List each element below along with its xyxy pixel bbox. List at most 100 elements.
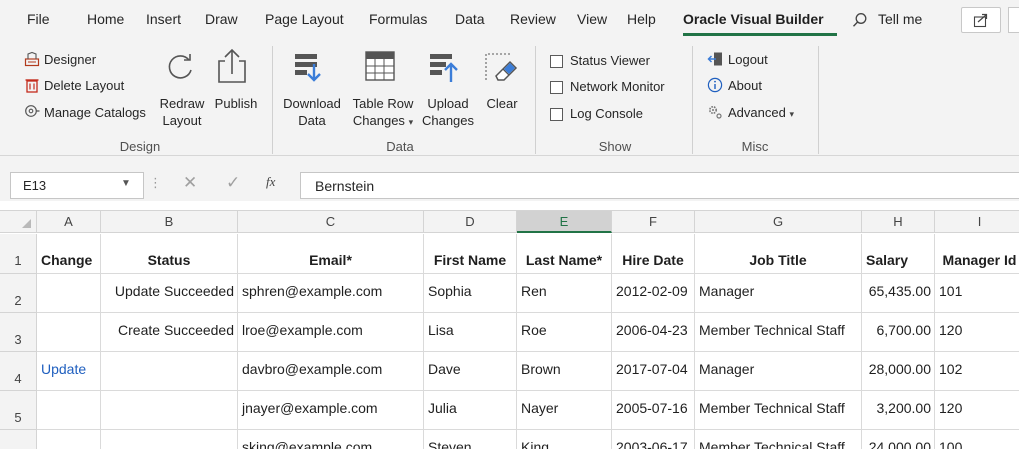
column-header-c[interactable]: C xyxy=(238,211,424,233)
formula-bar-resize-handle[interactable]: ⋮ xyxy=(149,175,162,191)
table-cell[interactable]: Lisa xyxy=(424,313,517,352)
about-button[interactable]: About xyxy=(728,78,762,93)
table-header-cell[interactable]: Change xyxy=(37,234,101,274)
table-cell[interactable]: sking@example.com xyxy=(238,430,424,449)
tab-oracle-visual-builder[interactable]: Oracle Visual Builder xyxy=(683,11,824,27)
tab-help[interactable]: Help xyxy=(627,11,656,27)
table-cell[interactable]: Update Succeeded xyxy=(101,274,238,313)
table-cell[interactable]: Steven xyxy=(424,430,517,449)
column-header-b[interactable]: B xyxy=(101,211,238,233)
chevron-down-icon[interactable]: ▼ xyxy=(121,178,131,189)
table-cell[interactable] xyxy=(37,274,101,313)
tab-review[interactable]: Review xyxy=(510,11,556,27)
column-header-g[interactable]: G xyxy=(695,211,862,233)
table-header-cell[interactable]: Status xyxy=(101,234,238,274)
table-cell[interactable]: 2006-04-23 xyxy=(612,313,695,352)
table-cell[interactable]: 2003-06-17 xyxy=(612,430,695,449)
manage-catalogs-button[interactable]: Manage Catalogs xyxy=(44,105,146,120)
column-header-d[interactable]: D xyxy=(424,211,517,233)
table-cell[interactable]: Ren xyxy=(517,274,612,313)
row-header-4[interactable]: 4 xyxy=(0,352,37,391)
table-cell[interactable]: 28,000.00 xyxy=(862,352,935,391)
table-cell[interactable]: 120 xyxy=(935,391,1019,430)
tab-formulas[interactable]: Formulas xyxy=(369,11,427,27)
table-cell[interactable] xyxy=(101,352,238,391)
table-header-cell[interactable]: Job Title xyxy=(695,234,862,274)
tab-data[interactable]: Data xyxy=(455,11,485,27)
table-header-cell[interactable]: Last Name* xyxy=(517,234,612,274)
table-cell[interactable]: Roe xyxy=(517,313,612,352)
table-header-cell[interactable]: Salary xyxy=(862,234,935,274)
table-row-changes-button[interactable]: Table Row Changes ▾ xyxy=(348,95,418,131)
row-header-3[interactable]: 3 xyxy=(0,313,37,352)
delete-layout-button[interactable]: Delete Layout xyxy=(44,78,124,93)
table-cell[interactable]: jnayer@example.com xyxy=(238,391,424,430)
table-cell[interactable]: 2005-07-16 xyxy=(612,391,695,430)
tell-me-search[interactable]: Tell me xyxy=(878,11,922,27)
clear-button[interactable]: Clear xyxy=(482,95,522,112)
table-header-cell[interactable]: Email* xyxy=(238,234,424,274)
table-cell[interactable]: Update xyxy=(37,352,101,391)
status-viewer-checkbox[interactable] xyxy=(550,55,563,68)
comments-button[interactable] xyxy=(1008,7,1019,33)
table-cell[interactable]: Member Technical Staff xyxy=(695,430,862,449)
tab-home[interactable]: Home xyxy=(87,11,124,27)
table-header-cell[interactable]: Manager Id xyxy=(935,234,1019,274)
table-header-cell[interactable]: Hire Date xyxy=(612,234,695,274)
redraw-layout-button[interactable]: Redraw Layout xyxy=(158,95,206,129)
table-cell[interactable]: Brown xyxy=(517,352,612,391)
table-cell[interactable]: 101 xyxy=(935,274,1019,313)
table-cell[interactable]: Create Succeeded xyxy=(101,313,238,352)
table-cell[interactable]: Member Technical Staff xyxy=(695,391,862,430)
tab-draw[interactable]: Draw xyxy=(205,11,238,27)
table-cell[interactable]: Dave xyxy=(424,352,517,391)
download-data-button[interactable]: Download Data xyxy=(281,95,343,129)
row-header-5[interactable]: 5 xyxy=(0,391,37,430)
table-cell[interactable]: 100 xyxy=(935,430,1019,449)
table-cell[interactable] xyxy=(101,391,238,430)
column-header-i[interactable]: I xyxy=(935,211,1019,233)
designer-button[interactable]: Designer xyxy=(44,52,96,67)
tab-file[interactable]: File xyxy=(27,11,50,27)
logout-button[interactable]: Logout xyxy=(728,52,768,67)
advanced-menu-button[interactable]: Advanced ▾ xyxy=(728,105,794,120)
table-cell[interactable]: 120 xyxy=(935,313,1019,352)
column-header-a[interactable]: A xyxy=(37,211,101,233)
enter-icon[interactable]: ✓ xyxy=(226,173,240,193)
row-header-2[interactable]: 2 xyxy=(0,274,37,313)
column-header-h[interactable]: H xyxy=(862,211,935,233)
row-header-6[interactable]: 6 xyxy=(0,430,37,449)
share-button[interactable] xyxy=(961,7,1001,33)
network-monitor-checkbox[interactable] xyxy=(550,81,563,94)
table-cell[interactable]: Manager xyxy=(695,274,862,313)
upload-changes-button[interactable]: Upload Changes xyxy=(418,95,478,129)
table-cell[interactable]: 2017-07-04 xyxy=(612,352,695,391)
table-cell[interactable] xyxy=(101,430,238,449)
table-header-cell[interactable]: First Name xyxy=(424,234,517,274)
table-cell[interactable] xyxy=(37,313,101,352)
log-console-checkbox[interactable] xyxy=(550,108,563,121)
table-cell[interactable]: 102 xyxy=(935,352,1019,391)
table-cell[interactable] xyxy=(37,430,101,449)
table-cell[interactable]: 6,700.00 xyxy=(862,313,935,352)
table-cell[interactable]: sphren@example.com xyxy=(238,274,424,313)
table-cell[interactable]: 2012-02-09 xyxy=(612,274,695,313)
publish-button[interactable]: Publish xyxy=(211,95,261,112)
table-cell[interactable]: Nayer xyxy=(517,391,612,430)
table-cell[interactable]: 65,435.00 xyxy=(862,274,935,313)
row-header-1[interactable]: 1 xyxy=(0,234,37,274)
table-cell[interactable]: lroe@example.com xyxy=(238,313,424,352)
table-cell[interactable]: Manager xyxy=(695,352,862,391)
table-cell[interactable]: 24,000.00 xyxy=(862,430,935,449)
formula-input[interactable]: Bernstein xyxy=(300,172,1019,199)
table-cell[interactable]: Member Technical Staff xyxy=(695,313,862,352)
table-cell[interactable]: Sophia xyxy=(424,274,517,313)
name-box[interactable]: E13 ▼ xyxy=(10,172,144,199)
table-cell[interactable]: King xyxy=(517,430,612,449)
column-header-e[interactable]: E xyxy=(517,211,612,233)
table-cell[interactable]: davbro@example.com xyxy=(238,352,424,391)
table-cell[interactable] xyxy=(37,391,101,430)
tab-view[interactable]: View xyxy=(577,11,607,27)
insert-function-icon[interactable]: fx xyxy=(266,174,275,190)
tab-page-layout[interactable]: Page Layout xyxy=(265,11,344,27)
